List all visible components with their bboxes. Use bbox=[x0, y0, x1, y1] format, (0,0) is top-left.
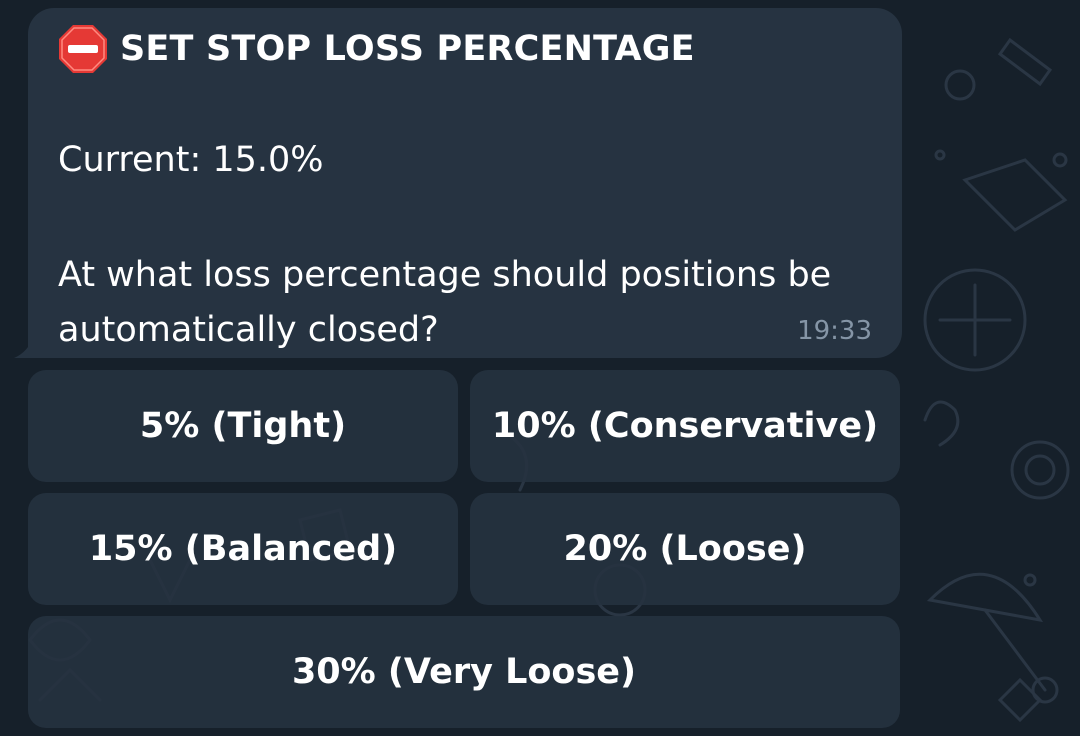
current-value-text: Current: 15.0% bbox=[58, 140, 324, 180]
bot-message-bubble: SET STOP LOSS PERCENTAGE Current: 15.0% … bbox=[28, 8, 902, 358]
option-button-5-tight[interactable]: 5% (Tight) bbox=[28, 370, 458, 482]
option-button-20-loose[interactable]: 20% (Loose) bbox=[470, 493, 900, 605]
message-title-row: SET STOP LOSS PERCENTAGE bbox=[58, 24, 695, 74]
message-time: 19:33 bbox=[797, 316, 872, 346]
stop-sign-icon bbox=[59, 25, 107, 73]
message-title: SET STOP LOSS PERCENTAGE bbox=[120, 29, 695, 69]
chat-background: SET STOP LOSS PERCENTAGE Current: 15.0% … bbox=[0, 0, 1080, 736]
question-text: At what loss percentage should positions… bbox=[58, 255, 832, 350]
option-button-30-very-loose[interactable]: 30% (Very Loose) bbox=[28, 616, 900, 728]
option-button-15-balanced[interactable]: 15% (Balanced) bbox=[28, 493, 458, 605]
option-button-10-conservative[interactable]: 10% (Conservative) bbox=[470, 370, 900, 482]
